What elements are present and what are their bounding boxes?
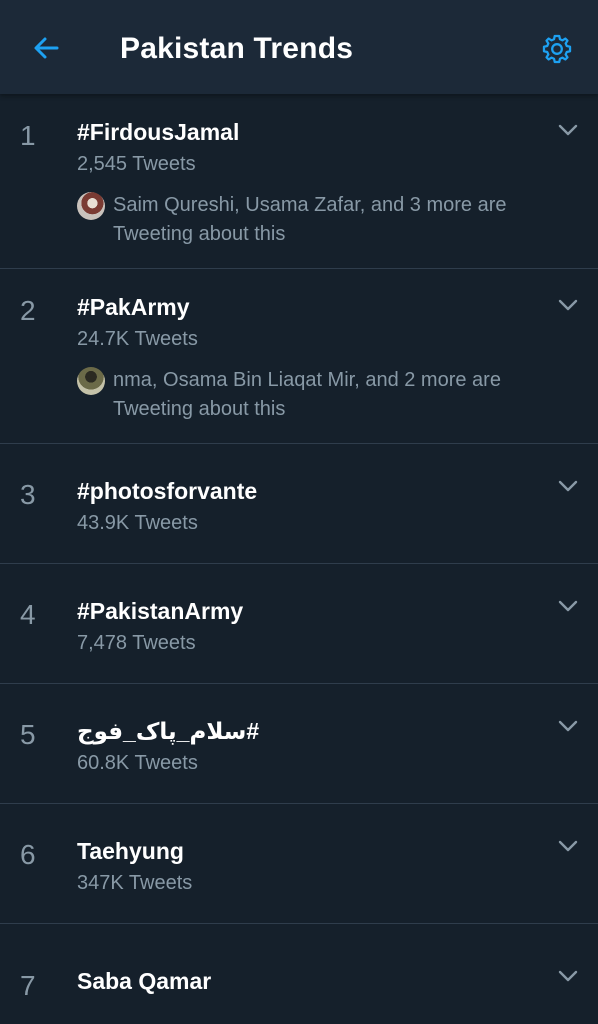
trend-context-text: nma, Osama Bin Liaqat Mir, and 2 more ar… [113,369,501,420]
trend-name: #photosforvante [77,478,258,504]
avatar [77,192,105,220]
trend-tweet-count: 43.9K Tweets [77,512,198,534]
trend-item[interactable]: 2 #PakArmy 24.7K Tweets nma, Osama Bin L… [0,269,598,444]
trend-rank: 5 [20,719,36,750]
trend-item[interactable]: 3 #photosforvante 43.9K Tweets [0,444,598,564]
trend-options-button[interactable] [556,295,580,315]
trend-name: #FirdousJamal [77,119,240,145]
trend-options-button[interactable] [556,836,580,856]
trend-name: #سلام_پاک_فوج [77,718,260,744]
trend-rank: 1 [20,120,36,151]
trend-options-button[interactable] [556,476,580,496]
trend-tweet-count: 24.7K Tweets [77,328,198,350]
trend-tweet-count: 7,478 Tweets [77,632,196,654]
chevron-down-icon [558,970,578,982]
trend-item[interactable]: 1 #FirdousJamal 2,545 Tweets Saim Quresh… [0,94,598,269]
trend-context-text: Saim Qureshi, Usama Zafar, and 3 more ar… [113,194,507,245]
gear-icon [542,34,572,64]
trend-rank: 6 [20,839,36,870]
trend-item[interactable]: 7 Saba Qamar [0,924,598,1024]
chevron-down-icon [558,600,578,612]
trend-rank: 3 [20,479,36,510]
trend-name: Saba Qamar [77,968,212,994]
avatar [77,367,105,395]
top-app-bar: Pakistan Trends [0,0,598,94]
trend-rank: 7 [20,970,36,1001]
trend-item[interactable]: 5 #سلام_پاک_فوج 60.8K Tweets [0,684,598,804]
chevron-down-icon [558,720,578,732]
settings-button[interactable] [536,28,578,70]
trend-rank: 2 [20,295,36,326]
trend-name: #PakArmy [77,294,190,320]
chevron-down-icon [558,124,578,136]
trend-tweet-count: 60.8K Tweets [77,752,198,774]
trend-options-button[interactable] [556,966,580,986]
trend-name: #PakistanArmy [77,598,244,624]
trend-tweet-count: 2,545 Tweets [77,153,196,175]
trend-rank: 4 [20,599,36,630]
trends-list: 1 #FirdousJamal 2,545 Tweets Saim Quresh… [0,94,598,1024]
trend-context: Saim Qureshi, Usama Zafar, and 3 more ar… [77,191,567,249]
chevron-down-icon [558,480,578,492]
trend-options-button[interactable] [556,120,580,140]
chevron-down-icon [558,299,578,311]
trend-tweet-count: 347K Tweets [77,872,193,894]
chevron-down-icon [558,840,578,852]
back-arrow-icon [34,37,59,59]
page-title: Pakistan Trends [120,32,354,65]
trend-context: nma, Osama Bin Liaqat Mir, and 2 more ar… [77,366,567,424]
trend-options-button[interactable] [556,596,580,616]
trend-item[interactable]: 4 #PakistanArmy 7,478 Tweets [0,564,598,684]
trend-options-button[interactable] [556,716,580,736]
trend-name: Taehyung [77,838,184,864]
back-button[interactable] [26,28,66,68]
trend-item[interactable]: 6 Taehyung 347K Tweets [0,804,598,924]
